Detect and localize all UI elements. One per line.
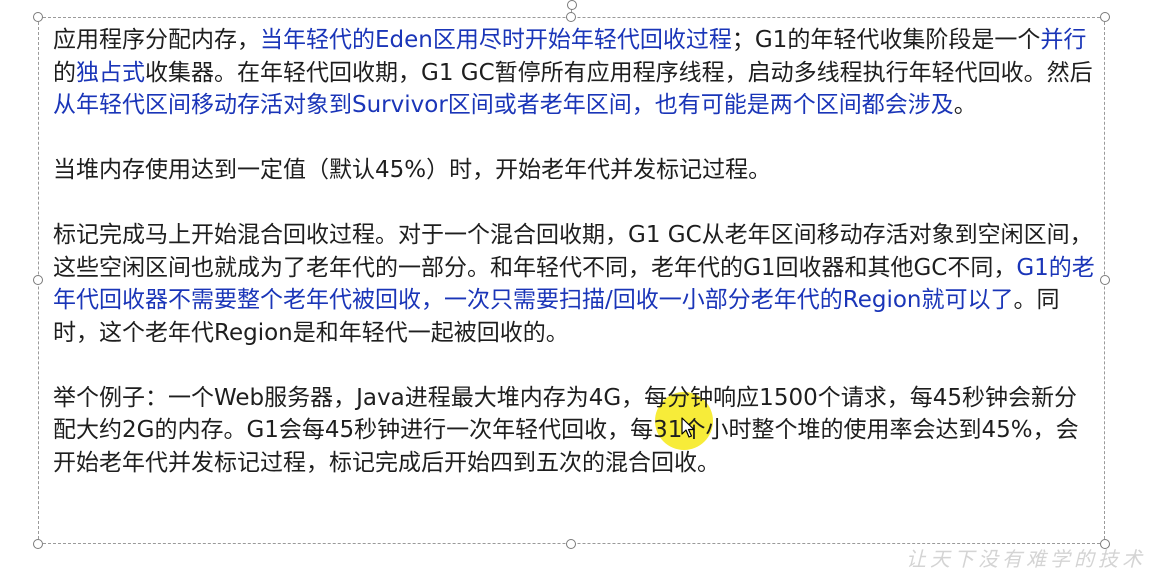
resize-handle-top-right[interactable] [1100, 12, 1110, 22]
paragraph-mixed-gc: 标记完成马上开始混合回收过程。对于一个混合回收期，G1 GC从老年区间移动存活对… [53, 219, 1098, 349]
paragraph-young-gc: 应用程序分配内存，当年轻代的Eden区用尽时开始年轻代回收过程；G1的年轻代收集… [53, 24, 1098, 122]
mouse-pointer-icon [681, 417, 695, 438]
text-segment: 收集器。在年轻代回收期，G1 GC暂停所有应用程序线程，启动多线程执行年轻代回收… [145, 59, 1093, 86]
highlighted-text-segment: 从年轻代区间移动存活对象到Survivor区间或者老年区间，也有可能是两个区间都… [53, 92, 954, 118]
resize-handle-middle-right[interactable] [1100, 275, 1110, 285]
highlighted-text-segment: 并行 [1040, 27, 1087, 53]
resize-handle-bottom-left[interactable] [33, 539, 43, 549]
resize-handle-top-left[interactable] [33, 12, 43, 22]
resize-handle-middle-left[interactable] [33, 275, 43, 285]
text-segment: 当堆内存使用达到一定值（默认45%）时，开始老年代并发标记过程。 [53, 157, 772, 183]
rotation-handle[interactable] [567, 0, 577, 10]
text-segment: 举个例子：一个Web服务器，Java进程最大堆内存为4G，每分钟响应1500个请… [53, 384, 1079, 476]
text-segment: 应用程序分配内存， [53, 27, 260, 53]
text-content[interactable]: 应用程序分配内存，当年轻代的Eden区用尽时开始年轻代回收过程；G1的年轻代收集… [53, 24, 1098, 479]
highlighted-text-segment: 独占式 [76, 59, 145, 86]
resize-handle-bottom-center[interactable] [566, 539, 576, 549]
text-segment: ；G1的年轻代收集阶段是一个 [731, 27, 1041, 53]
text-segment: 的 [53, 59, 76, 86]
resize-handle-top-center[interactable] [566, 12, 576, 22]
text-segment: 。 [953, 92, 977, 118]
highlighted-text-segment: 当年轻代的Eden区用尽时开始年轻代回收过程 [260, 27, 732, 53]
text-segment: 标记完成马上开始混合回收过程。对于一个混合回收期，G1 GC从老年区间移动存活对… [53, 222, 1093, 281]
paragraph-concurrent-mark: 当堆内存使用达到一定值（默认45%）时，开始老年代并发标记过程。 [53, 154, 1098, 187]
paragraph-example: 举个例子：一个Web服务器，Java进程最大堆内存为4G，每分钟响应1500个请… [53, 382, 1098, 480]
watermark-text: 让天下没有难学的技术 [906, 547, 1146, 571]
slide-canvas: 应用程序分配内存，当年轻代的Eden区用尽时开始年轻代回收过程；G1的年轻代收集… [0, 0, 1170, 574]
